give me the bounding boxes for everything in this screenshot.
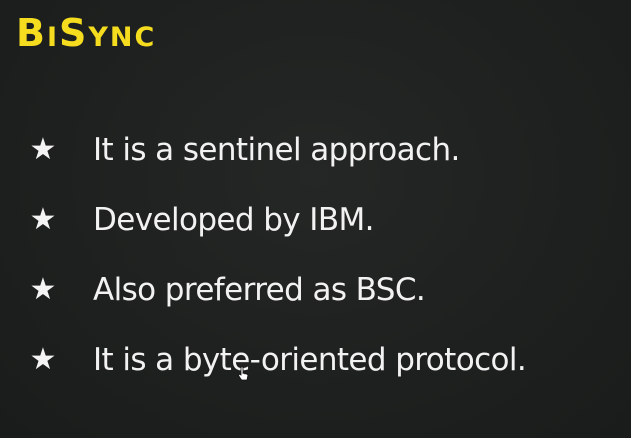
star-icon: ★ [29, 202, 57, 237]
bullet-item: ★ It is a byte-oriented protocol. [28, 337, 527, 383]
bullet-text: Also preferred as BSC. [93, 272, 426, 308]
bullet-item: ★ It is a sentinel approach. [28, 127, 526, 173]
hand-pointer-icon [238, 366, 249, 381]
bullet-text: It is a sentinel approach. [93, 132, 460, 168]
star-icon: ★ [29, 272, 57, 307]
bullet-item: ★ Developed by IBM. [28, 197, 526, 243]
slide: BiSync ★ It is a sentinel approach. ★ De… [0, 0, 631, 438]
star-icon: ★ [29, 132, 57, 167]
bullet-item: ★ Also preferred as BSC. [28, 267, 526, 313]
bullet-text: Developed by IBM. [93, 202, 375, 238]
star-icon: ★ [29, 342, 57, 377]
bullet-list: ★ It is a sentinel approach. ★ Developed… [28, 127, 527, 407]
slide-title: BiSync [16, 11, 157, 55]
bullet-text: It is a byte-oriented protocol. [93, 342, 527, 378]
